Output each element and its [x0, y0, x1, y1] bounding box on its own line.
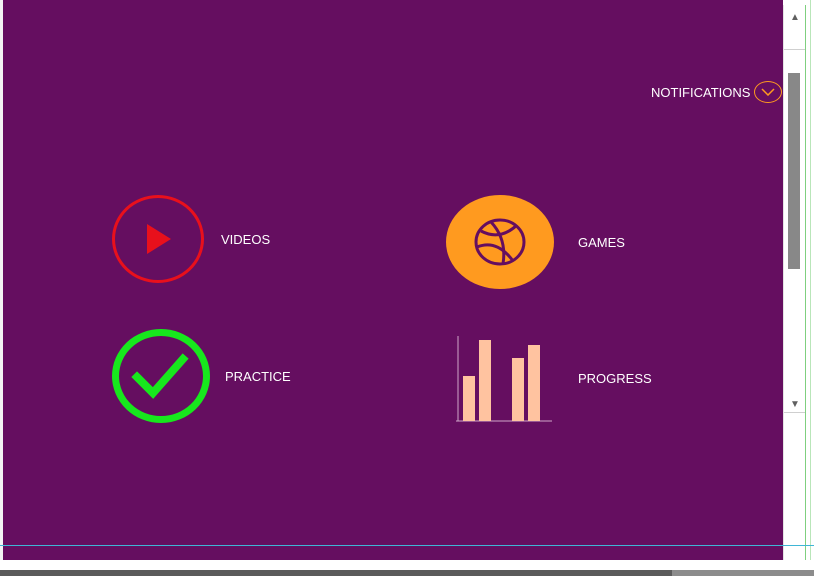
play-icon[interactable] [112, 195, 204, 283]
horizontal-guide-line [0, 545, 814, 546]
notifications-label: NOTIFICATIONS [651, 84, 751, 100]
taskbar-strip-right [672, 570, 814, 576]
videos-tile[interactable]: VIDEOS [112, 195, 270, 283]
scrollbar-divider [784, 412, 805, 413]
progress-tile[interactable]: PROGRESS [454, 334, 652, 422]
scroll-down-arrow-icon[interactable]: ▼ [786, 395, 804, 413]
practice-label[interactable]: PRACTICE [225, 369, 291, 384]
games-label[interactable]: GAMES [578, 235, 625, 250]
scroll-up-arrow-icon[interactable]: ▲ [786, 8, 804, 26]
checkmark-icon[interactable] [112, 329, 210, 423]
vertical-scrollbar[interactable]: ▲ ▼ [783, 5, 805, 560]
videos-label[interactable]: VIDEOS [221, 232, 270, 247]
window-right-border [805, 5, 806, 560]
window-right-border [810, 0, 811, 560]
bar-chart-icon[interactable] [454, 334, 554, 422]
progress-label[interactable]: PROGRESS [578, 371, 652, 386]
games-tile[interactable]: GAMES [446, 195, 625, 289]
basketball-icon[interactable] [446, 195, 554, 289]
scrollbar-thumb[interactable] [788, 73, 800, 269]
practice-tile[interactable]: PRACTICE [112, 329, 291, 423]
chevron-down-icon[interactable] [754, 81, 783, 103]
notifications-toggle[interactable]: NOTIFICATIONS [651, 79, 783, 105]
scrollbar-divider [784, 49, 805, 50]
